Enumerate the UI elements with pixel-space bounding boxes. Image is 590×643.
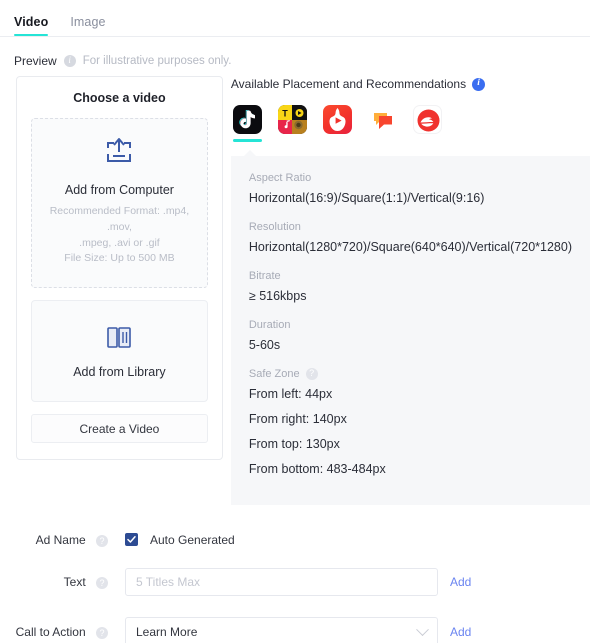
tiktok-selected-underline [232, 139, 262, 142]
spec-label-bitrate: Bitrate [248, 269, 281, 282]
spec-panel: Aspect Ratio Horizontal(16:9)/Square(1:1… [230, 149, 590, 505]
help-icon-text[interactable]: ? [96, 577, 108, 590]
cta-field-area: Learn More Add [125, 617, 471, 643]
recommended-format-line1: Recommended Format: .mp4, .mov, [49, 205, 190, 233]
topbuzz-icon [367, 105, 397, 134]
choose-video-card: Choose a video Add from Computer Recomme… [16, 76, 223, 460]
placement-app-topbuzz[interactable] [367, 105, 397, 142]
safe-zone-from-right: From right: 140px [248, 411, 347, 426]
placement-app-helo[interactable] [322, 105, 352, 142]
text-field-area: Add [125, 568, 471, 596]
help-icon-call-to-action[interactable]: ? [96, 627, 108, 640]
safe-zone-from-left: From left: 44px [248, 386, 333, 401]
ad-name-field-area: Auto Generated [125, 533, 235, 547]
tiktok-icon [232, 105, 262, 134]
safe-zone-label: Safe Zone [248, 367, 300, 380]
topbuzz-underline [368, 139, 397, 142]
form-row-ad-name: Ad Name ? Auto Generated [0, 532, 590, 547]
add-text-link[interactable]: Add [450, 575, 471, 589]
placement-column: Available Placement and Recommendations … [223, 76, 590, 505]
text-input[interactable] [125, 568, 438, 596]
preview-label: Preview [14, 53, 57, 68]
svg-text:T: T [282, 109, 288, 119]
main-content: Choose a video Add from Computer Recomme… [0, 71, 590, 505]
choose-video-title: Choose a video [73, 91, 166, 105]
create-video-button[interactable]: Create a Video [31, 414, 208, 443]
available-placement-label: Available Placement and Recommendations [230, 77, 467, 91]
text-label-group: Text ? [0, 575, 108, 590]
tab-video[interactable]: Video [14, 15, 49, 36]
chevron-down-icon [416, 622, 429, 636]
preview-note: For illustrative purposes only. [82, 54, 232, 67]
library-icon [105, 327, 133, 355]
placement-icon-row: T [231, 105, 590, 142]
news-feed-apps-underline [278, 139, 307, 142]
form-row-text: Text ? Add [0, 568, 590, 596]
upload-hints: Recommended Format: .mp4, .mov, .mpeg, .… [42, 204, 197, 267]
babe-icon [412, 105, 442, 134]
call-to-action-value: Learn More [136, 625, 198, 639]
placement-app-babe[interactable] [412, 105, 442, 142]
spec-value-resolution: Horizontal(1280*720)/Square(640*640)/Ver… [248, 239, 572, 254]
spec-value-duration: 5-60s [248, 337, 281, 352]
video-upload-column: Choose a video Add from Computer Recomme… [0, 76, 223, 460]
spec-label-aspect-ratio: Aspect Ratio [248, 171, 312, 184]
helo-icon [322, 105, 352, 134]
ad-name-label-group: Ad Name ? [0, 532, 108, 547]
help-icon-ad-name[interactable]: ? [96, 535, 108, 547]
tab-image[interactable]: Image [70, 15, 105, 36]
placement-app-tiktok[interactable] [232, 105, 262, 142]
spec-label-safe-zone: Safe Zone ? [248, 367, 572, 380]
ad-name-label: Ad Name [35, 532, 86, 547]
upload-icon [103, 138, 135, 171]
ad-form: Ad Name ? Auto Generated Text ? Add Call… [0, 505, 590, 643]
add-from-library-label: Add from Library [73, 365, 166, 379]
help-icon-safe-zone[interactable]: ? [305, 367, 318, 380]
form-row-call-to-action: Call to Action ? Learn More Add [0, 617, 590, 643]
spec-panel-pointer [242, 149, 257, 157]
file-size-hint: File Size: Up to 500 MB [64, 252, 175, 265]
spec-value-aspect-ratio: Horizontal(16:9)/Square(1:1)/Vertical(9:… [248, 190, 485, 205]
spec-label-duration: Duration [248, 318, 291, 331]
tab-bar: Video Image [0, 0, 590, 36]
news-feed-apps-icon: T [277, 105, 307, 134]
add-from-computer-label: Add from Computer [64, 183, 174, 197]
info-icon-blue[interactable]: i [472, 77, 486, 91]
cta-label-group: Call to Action ? [0, 625, 108, 640]
recommended-format-line2: .mpeg, .avi or .gif [79, 236, 160, 249]
text-label: Text [63, 574, 86, 589]
call-to-action-select[interactable]: Learn More [125, 617, 438, 643]
spec-label-resolution: Resolution [248, 220, 301, 233]
add-cta-link[interactable]: Add [450, 625, 471, 639]
available-placement-heading: Available Placement and Recommendations … [231, 76, 590, 91]
helo-underline [323, 139, 352, 142]
babe-underline [413, 139, 442, 142]
auto-generated-checkbox[interactable] [125, 533, 138, 547]
safe-zone-from-top: From top: 130px [248, 436, 340, 451]
spec-value-bitrate: ≥ 516kbps [248, 288, 307, 303]
auto-generated-label: Auto Generated [150, 532, 235, 547]
safe-zone-from-bottom: From bottom: 483-484px [248, 461, 386, 476]
call-to-action-label: Call to Action [15, 624, 86, 639]
add-from-library-box[interactable]: Add from Library [31, 300, 208, 402]
add-from-computer-dropzone[interactable]: Add from Computer Recommended Format: .m… [31, 118, 208, 288]
info-icon: i [63, 54, 76, 67]
placement-app-news-feed-apps[interactable]: T [277, 105, 307, 142]
preview-row: Preview i For illustrative purposes only… [0, 37, 590, 71]
